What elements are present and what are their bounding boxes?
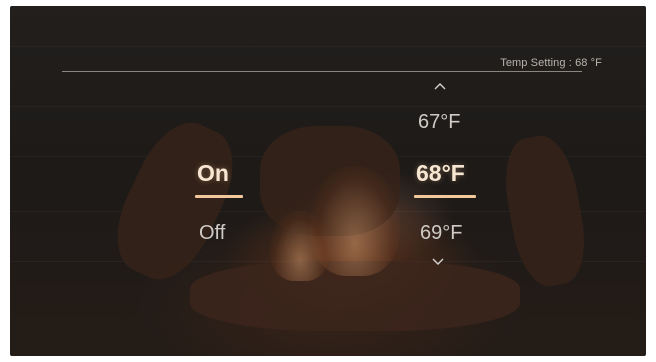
temperature-selection-underline	[414, 195, 476, 198]
power-selection-underline	[195, 195, 243, 198]
brick-line	[10, 106, 646, 107]
chevron-down-icon[interactable]	[432, 253, 444, 265]
temperature-option-selected[interactable]: 68°F	[416, 160, 465, 187]
chevron-down-icon-glyph	[432, 258, 444, 265]
chevron-up-icon-glyph	[434, 83, 446, 90]
power-option-selected[interactable]: On	[197, 160, 229, 187]
chevron-up-icon[interactable]	[434, 77, 446, 93]
temperature-option-below[interactable]: 69°F	[420, 222, 462, 245]
temp-setting-label: Temp Setting : 68 °F	[500, 57, 602, 69]
flame-glow	[270, 211, 330, 281]
brick-line	[10, 46, 646, 47]
power-option-off[interactable]: Off	[199, 222, 225, 245]
temperature-option-above[interactable]: 67°F	[418, 111, 460, 134]
header-divider	[62, 71, 582, 72]
log-shape	[100, 109, 250, 293]
